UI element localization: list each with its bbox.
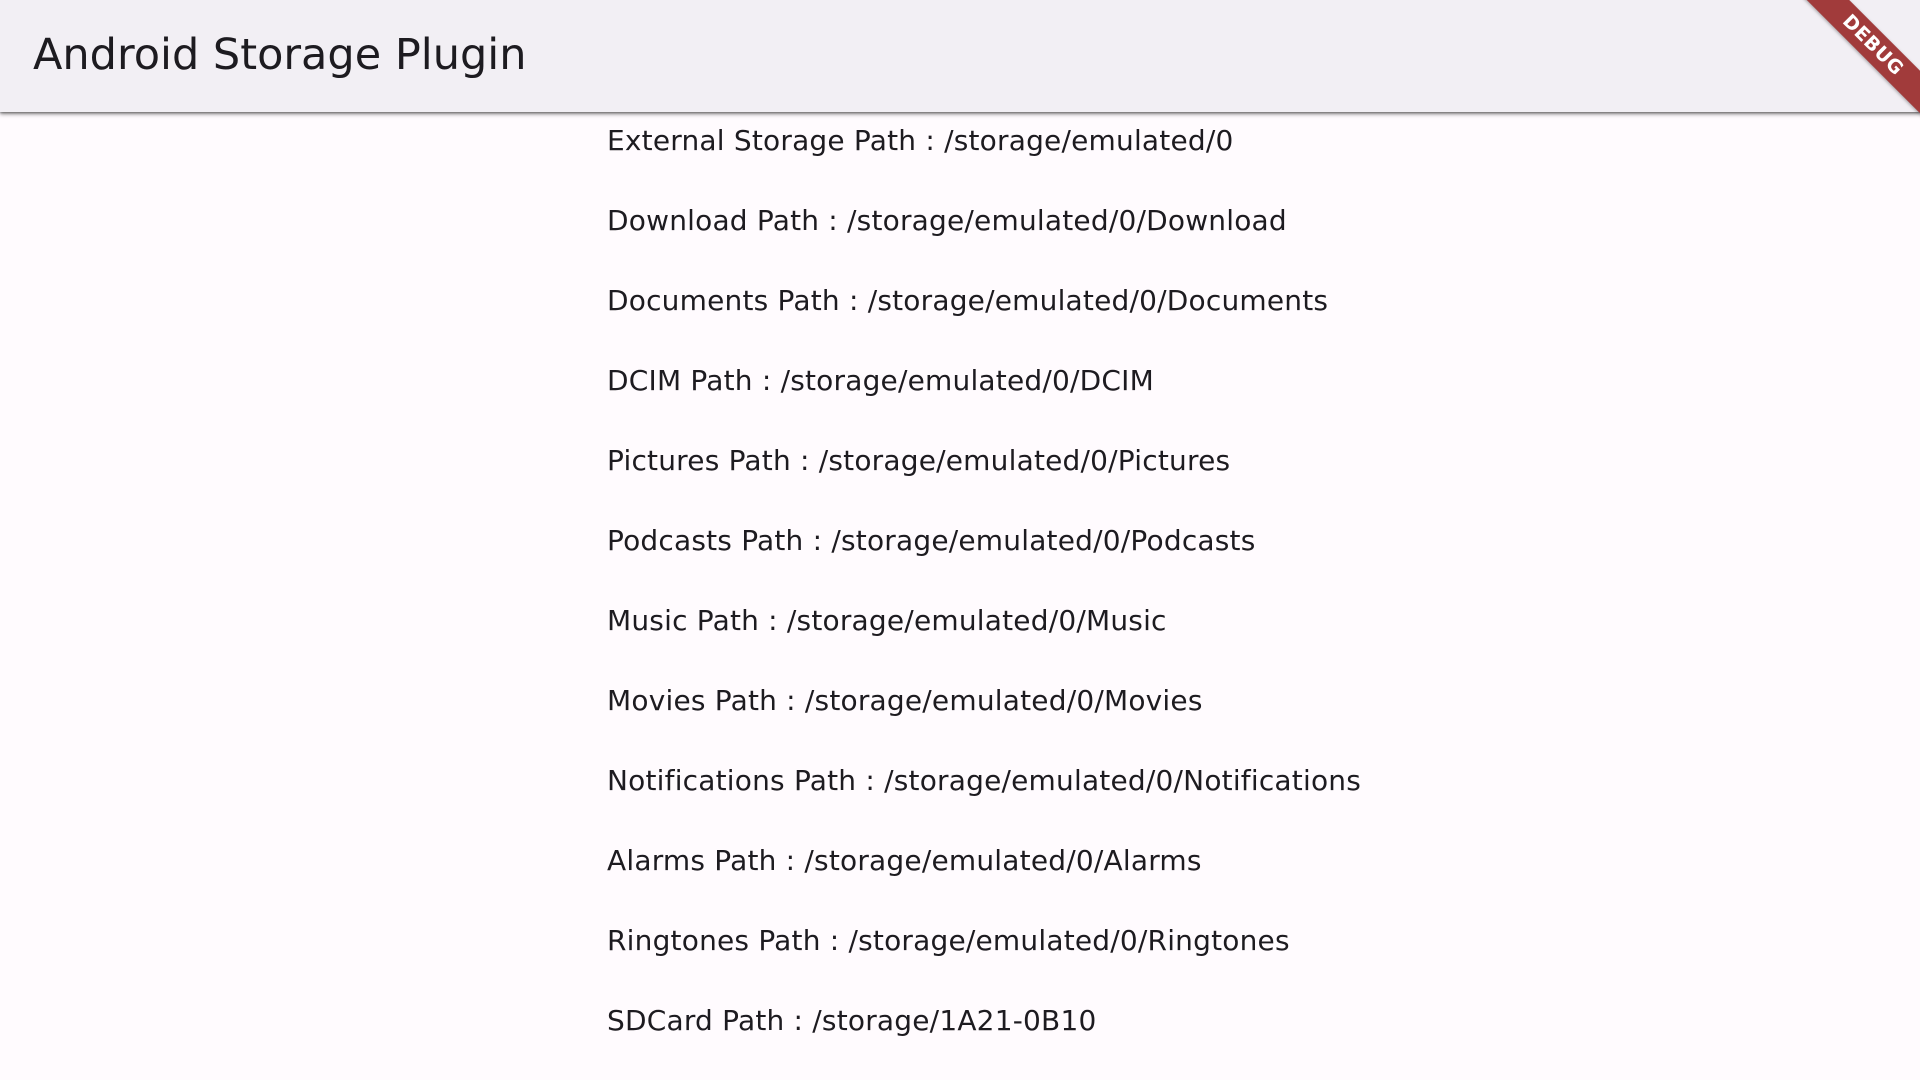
path-list: External Storage Path : /storage/emulate… [607, 122, 1361, 1080]
documents-path: Documents Path : /storage/emulated/0/Doc… [607, 284, 1329, 317]
app-title: Android Storage Plugin [33, 30, 527, 80]
path-list-container[interactable]: External Storage Path : /storage/emulate… [0, 112, 1920, 1080]
app-bar: Android Storage Plugin [0, 0, 1920, 112]
sdcard-path: SDCard Path : /storage/1A21-0B10 [607, 1004, 1097, 1037]
external-storage-path: External Storage Path : /storage/emulate… [607, 124, 1234, 157]
download-path: Download Path : /storage/emulated/0/Down… [607, 204, 1287, 237]
ringtones-path: Ringtones Path : /storage/emulated/0/Rin… [607, 924, 1290, 957]
music-path: Music Path : /storage/emulated/0/Music [607, 604, 1167, 637]
pictures-path: Pictures Path : /storage/emulated/0/Pict… [607, 444, 1231, 477]
movies-path: Movies Path : /storage/emulated/0/Movies [607, 684, 1203, 717]
alarms-path: Alarms Path : /storage/emulated/0/Alarms [607, 844, 1202, 877]
dcim-path: DCIM Path : /storage/emulated/0/DCIM [607, 364, 1154, 397]
notifications-path: Notifications Path : /storage/emulated/0… [607, 764, 1362, 797]
podcasts-path: Podcasts Path : /storage/emulated/0/Podc… [607, 524, 1256, 557]
